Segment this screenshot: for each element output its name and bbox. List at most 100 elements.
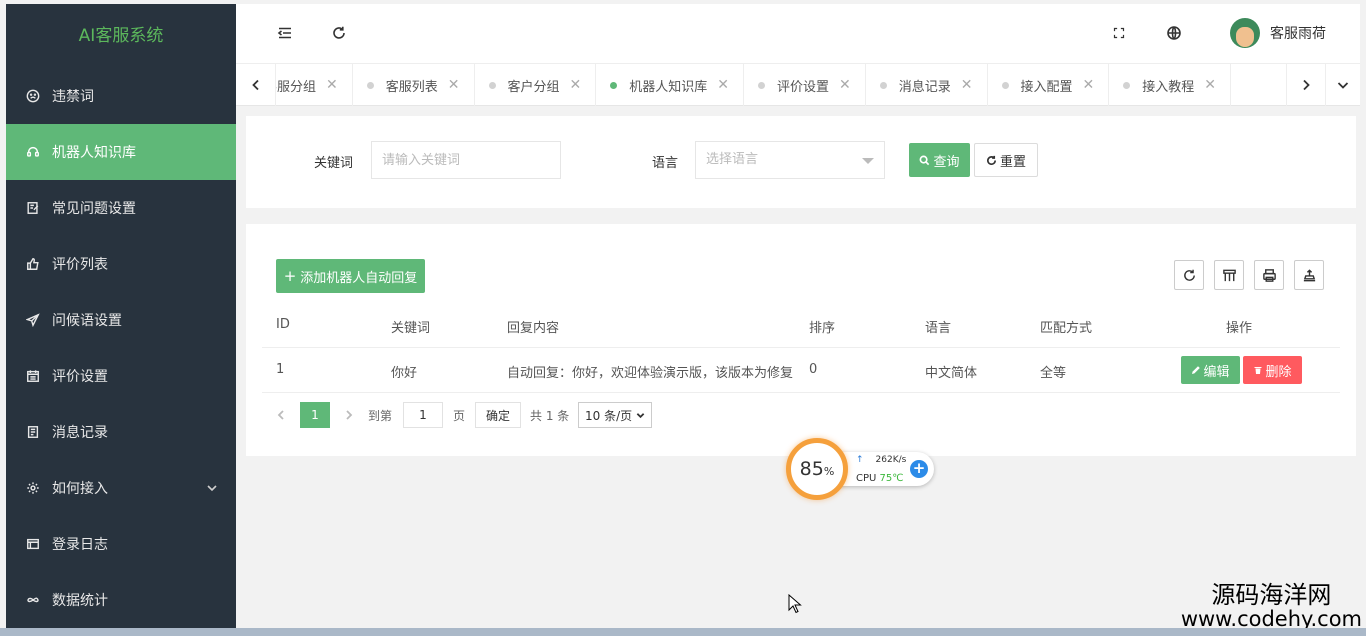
- table-refresh-button[interactable]: [1174, 260, 1204, 290]
- language-button[interactable]: [1163, 22, 1185, 44]
- col-header-id[interactable]: ID: [276, 317, 290, 332]
- sidebar-item-data-stats[interactable]: 数据统计: [6, 572, 236, 628]
- print-button[interactable]: [1254, 260, 1284, 290]
- sidebar-item-review-settings[interactable]: 评价设置: [6, 348, 236, 404]
- tab-label: 客服分组: [276, 79, 317, 95]
- cpu-temp: 75℃: [879, 473, 904, 484]
- headset-icon: [26, 145, 40, 159]
- sidebar-item-banned-words[interactable]: 违禁词: [6, 68, 236, 124]
- tab-review-settings[interactable]: 评价设置 ✕: [744, 64, 866, 106]
- columns-icon: [1222, 269, 1236, 281]
- tab-customer-group[interactable]: 客户分组 ✕: [475, 64, 597, 106]
- close-icon[interactable]: ✕: [326, 77, 338, 93]
- chevron-left-icon: [277, 410, 284, 420]
- close-icon[interactable]: ✕: [1204, 77, 1216, 93]
- reset-button-label: 重置: [999, 154, 1026, 170]
- tab-strip: 客服分组 ✕ 客服列表 ✕ 客户分组 ✕ 机器人知识库 ✕ 评价设置 ✕ 消息记录 ✕ 接入…: [276, 64, 1286, 106]
- tab-agent-list[interactable]: 客服列表 ✕: [353, 64, 475, 106]
- tab-integration-config[interactable]: 接入配置 ✕: [988, 64, 1110, 106]
- edit-button[interactable]: 编辑: [1181, 356, 1240, 384]
- columns-filter-button[interactable]: [1214, 260, 1244, 290]
- cell-id: 1: [276, 362, 285, 377]
- goto-page-input[interactable]: 1: [403, 402, 443, 428]
- fullscreen-button[interactable]: [1108, 22, 1130, 44]
- print-icon: [1262, 268, 1276, 282]
- chevron-right-icon: [346, 410, 353, 420]
- sidebar-item-login-log[interactable]: 登录日志: [6, 516, 236, 572]
- goto-confirm-button[interactable]: 确定: [475, 402, 521, 428]
- plus-icon: +: [283, 267, 297, 285]
- search-panel: 关键词 语言 选择语言 查询 重置: [246, 116, 1356, 208]
- chevron-down-icon: [1337, 82, 1349, 89]
- memory-percent: 85: [799, 458, 824, 480]
- sidebar-item-label: 常见问题设置: [52, 201, 136, 217]
- tab-label: 客服列表: [385, 79, 438, 95]
- sidebar-item-label: 机器人知识库: [52, 145, 136, 161]
- reset-button[interactable]: 重置: [974, 143, 1038, 177]
- add-button-label: 添加机器人自动回复: [300, 270, 418, 286]
- sidebar-item-faq-settings[interactable]: 常见问题设置: [6, 180, 236, 236]
- prev-page-button[interactable]: [276, 402, 286, 428]
- watermark: 源码海洋网 www.codehy.com: [1181, 582, 1362, 630]
- sidebar-item-greeting-settings[interactable]: 问候语设置: [6, 292, 236, 348]
- next-page-button[interactable]: [344, 402, 354, 428]
- refresh-button[interactable]: [328, 22, 350, 44]
- tab-robot-knowledge[interactable]: 机器人知识库 ✕: [596, 64, 744, 106]
- delete-button[interactable]: 删除: [1243, 356, 1302, 384]
- tab-dot: [366, 81, 374, 89]
- cell-content: 自动回复：你好，欢迎体验演示版，该版本为修复: [507, 366, 794, 381]
- app-logo: AI客服系统: [78, 26, 164, 46]
- col-header-actions[interactable]: 操作: [1226, 317, 1252, 336]
- window-icon: [26, 537, 40, 551]
- tab-scroll-left-button[interactable]: [236, 64, 276, 106]
- cpu-label: CPU: [856, 473, 877, 484]
- tab-agent-group[interactable]: 客服分组 ✕: [276, 64, 353, 106]
- close-icon[interactable]: ✕: [839, 77, 851, 93]
- plus-icon[interactable]: +: [910, 460, 928, 478]
- language-label: 语言: [652, 156, 679, 171]
- menu-toggle-button[interactable]: [274, 22, 296, 44]
- total-count: 共 1 条: [530, 408, 570, 423]
- tab-bar: 客服分组 ✕ 客服列表 ✕ 客户分组 ✕ 机器人知识库 ✕ 评价设置 ✕ 消息记录 ✕ 接入…: [236, 64, 1360, 106]
- current-page[interactable]: 1: [300, 402, 330, 428]
- sidebar: AI客服系统 违禁词 机器人知识库 常见问题设置 评价列表 问候语设置 评价设置…: [6, 4, 236, 630]
- os-taskbar: [0, 628, 1366, 636]
- sidebar-item-how-to-integrate[interactable]: 如何接入: [6, 460, 236, 516]
- cell-language: 中文简体: [925, 366, 978, 381]
- sidebar-item-message-log[interactable]: 消息记录: [6, 404, 236, 460]
- col-header-language[interactable]: 语言: [925, 317, 951, 336]
- close-icon[interactable]: ✕: [717, 77, 729, 93]
- note-icon: [26, 425, 40, 439]
- tab-label: 消息记录: [898, 79, 951, 95]
- sidebar-item-review-list[interactable]: 评价列表: [6, 236, 236, 292]
- col-header-content[interactable]: 回复内容: [507, 317, 559, 336]
- tab-menu-button[interactable]: [1326, 64, 1360, 106]
- col-header-sort[interactable]: 排序: [809, 317, 835, 336]
- query-button-label: 查询: [933, 154, 960, 170]
- language-select[interactable]: 选择语言: [695, 141, 885, 179]
- user-menu[interactable]: 客服雨荷: [1230, 18, 1326, 48]
- sidebar-item-label: 评价设置: [52, 369, 108, 385]
- page-size-select[interactable]: 10 条/页: [578, 402, 652, 428]
- keyword-input[interactable]: [371, 141, 561, 179]
- language-select-placeholder: 选择语言: [706, 152, 759, 167]
- infinity-icon: [26, 593, 40, 607]
- close-icon[interactable]: ✕: [1083, 77, 1095, 93]
- system-monitor-widget[interactable]: 85% ↑ 262K/s CPU 75℃ +: [786, 438, 936, 500]
- col-header-match[interactable]: 匹配方式: [1040, 317, 1092, 336]
- sidebar-item-robot-knowledge[interactable]: 机器人知识库: [6, 124, 236, 180]
- add-auto-reply-button[interactable]: + 添加机器人自动回复: [276, 259, 425, 293]
- query-button[interactable]: 查询: [909, 143, 970, 177]
- sidebar-item-label: 如何接入: [52, 481, 108, 497]
- trash-icon: [1254, 367, 1262, 374]
- export-button[interactable]: [1294, 260, 1324, 290]
- refresh-icon: [1183, 269, 1195, 281]
- tab-scroll-right-button[interactable]: [1286, 64, 1326, 106]
- tab-integration-tutorial[interactable]: 接入教程 ✕: [1109, 64, 1231, 106]
- col-header-keyword[interactable]: 关键词: [391, 317, 430, 336]
- close-icon[interactable]: ✕: [961, 77, 973, 93]
- tab-message-log[interactable]: 消息记录 ✕: [866, 64, 988, 106]
- close-icon[interactable]: ✕: [570, 77, 582, 93]
- page-size-value: 10 条/页: [585, 408, 633, 423]
- close-icon[interactable]: ✕: [448, 77, 460, 93]
